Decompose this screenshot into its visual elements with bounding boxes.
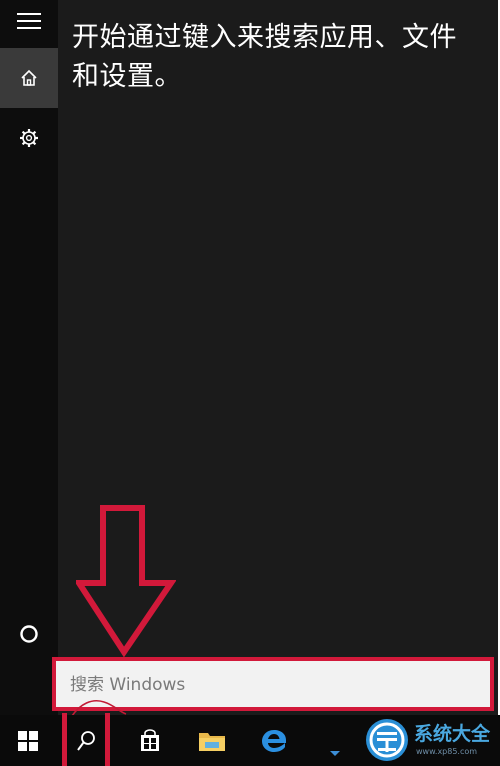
start-menu-screen: 开始通过键入来搜索应用、文件和设置。 搜索 Windows 系统大全 www.x… — [0, 0, 500, 766]
cortana-button[interactable] — [0, 610, 58, 658]
taskbar-search-highlight — [62, 713, 110, 766]
watermark-url: www.xp85.com — [416, 747, 478, 756]
home-button[interactable] — [0, 48, 58, 108]
overflow-chevron-down-icon[interactable] — [330, 751, 340, 756]
watermark-logo-icon — [366, 719, 408, 761]
settings-button[interactable] — [0, 114, 58, 162]
cortana-circle-icon — [20, 625, 38, 643]
store-icon — [141, 728, 159, 751]
expand-menu-button[interactable] — [0, 0, 58, 42]
windows-logo-icon — [18, 730, 38, 751]
gear-icon — [20, 129, 38, 147]
hamburger-icon — [17, 13, 41, 29]
edge-icon — [262, 729, 286, 752]
start-menu-rail — [0, 0, 58, 715]
start-button[interactable] — [4, 715, 52, 766]
search-hint-text: 开始通过键入来搜索应用、文件和设置。 — [72, 22, 457, 92]
home-icon — [21, 69, 37, 86]
edge-button[interactable] — [250, 715, 298, 766]
store-button[interactable] — [126, 715, 174, 766]
site-watermark: 系统大全 www.xp85.com — [364, 717, 498, 765]
search-windows-input[interactable] — [70, 671, 470, 699]
annotation-arrow — [76, 505, 176, 657]
file-explorer-icon — [199, 732, 225, 751]
watermark-title: 系统大全 — [414, 723, 491, 745]
file-explorer-button[interactable] — [188, 715, 236, 766]
